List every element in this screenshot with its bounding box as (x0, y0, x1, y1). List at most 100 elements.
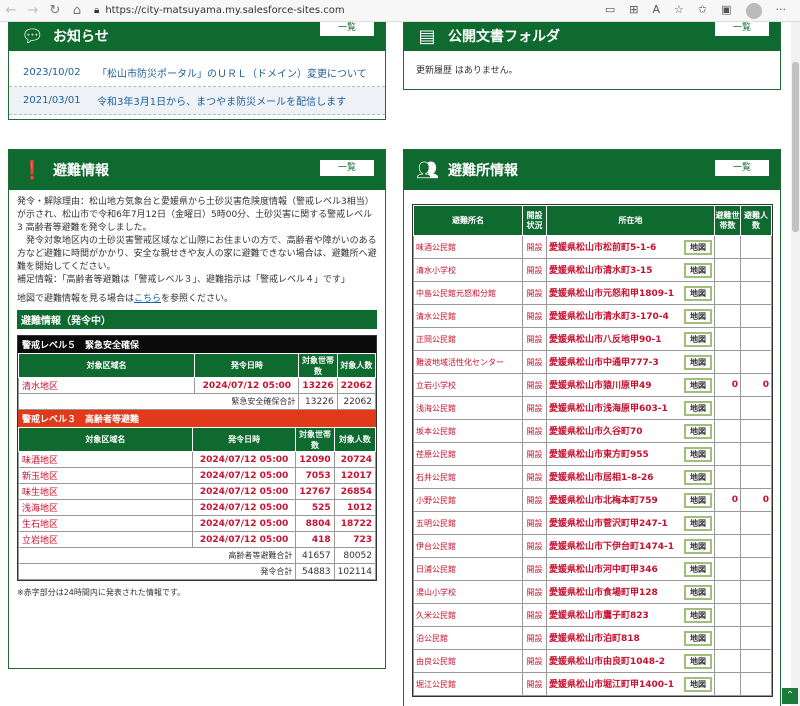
map-button[interactable]: 地図 (684, 423, 712, 439)
shelter-name: 味酒公民館 (413, 235, 523, 259)
shelter-status: 開設 (522, 580, 547, 604)
shelter-title: 避難所情報 (448, 163, 518, 179)
reload-icon[interactable]: ↻ (44, 3, 66, 18)
shelter-name: 浅海公民館 (413, 396, 523, 420)
shelter-address: 愛媛県松山市北梅本町759 (549, 495, 658, 506)
page: 💬︎ お知らせ 一覧 2023/10/02 「松山市防災ポータル」のＵＲＬ（ドメ… (0, 22, 800, 706)
map-button[interactable]: 地図 (684, 653, 712, 669)
kobun-panel: ▤ 公開文書フォルダ 一覧 更新履歴 はありません。 (403, 22, 781, 90)
address-bar[interactable]: 🔒︎ https://city-matsuyama.my.salesforce-… (94, 5, 605, 16)
people-cell: 22062 (336, 377, 377, 394)
shelter-people (740, 580, 772, 604)
table-row: 味酒地区 2024/07/12 05:00 12090 20724 (18, 451, 377, 468)
col-people: 避難人数 (740, 205, 772, 236)
hinan-title: 避難情報 (53, 163, 109, 179)
map-button[interactable]: 地図 (684, 308, 712, 324)
more-icon[interactable]: ··· (776, 3, 787, 19)
news-item[interactable]: 2023/10/02 「松山市防災ポータル」のＵＲＬ（ドメイン）変更について (9, 59, 385, 87)
households-cell: 12767 (295, 483, 335, 500)
map-button[interactable]: 地図 (684, 377, 712, 393)
shelter-households (714, 603, 741, 627)
shelter-households (714, 626, 741, 650)
col-people: 対象人数 (333, 427, 377, 452)
col-area: 対象区域名 (18, 427, 193, 452)
scrollbar-thumb[interactable] (792, 62, 799, 232)
shelter-header: 👥︎ 避難所情報 一覧 (404, 150, 780, 190)
news-item[interactable]: 2021/03/01 令和3年3月1日から、まつやま防災メールを配信します (9, 87, 385, 115)
shelter-address-cell: 愛媛県松山市鷹子町823 地図 (546, 603, 715, 627)
shelter-people (740, 235, 772, 259)
map-button[interactable]: 地図 (684, 492, 712, 508)
back-icon[interactable]: ← (0, 3, 22, 18)
map-button[interactable]: 地図 (684, 400, 712, 416)
map-button[interactable]: 地図 (684, 285, 712, 301)
shelter-row: 伊台公民館 開設 愛媛県松山市下伊台町1474-1 地図 (413, 534, 772, 558)
map-button[interactable]: 地図 (684, 584, 712, 600)
shelter-address: 愛媛県松山市松前町5-1-6 (549, 242, 657, 253)
map-button[interactable]: 地図 (684, 607, 712, 623)
map-button[interactable]: 地図 (684, 239, 712, 255)
shelter-people: 0 (740, 488, 772, 512)
col-households: 避難世帯数 (714, 205, 741, 236)
shelter-address-cell: 愛媛県松山市由良町1048-2 地図 (546, 649, 715, 673)
table-row: 浅海地区 2024/07/12 05:00 525 1012 (18, 499, 377, 516)
kobun-list-button[interactable]: 一覧 (714, 22, 770, 37)
map-button[interactable]: 地図 (684, 354, 712, 370)
shelter-households (714, 442, 741, 466)
shelter-address: 愛媛県松山市堀江町甲1400-1 (549, 679, 675, 690)
shelter-name: 五明公民館 (413, 511, 523, 535)
profile-avatar[interactable] (745, 2, 762, 19)
shelter-address-cell: 愛媛県松山市松前町5-1-6 地図 (546, 235, 715, 259)
shelter-name: 伊台公民館 (413, 534, 523, 558)
shelter-households (714, 419, 741, 443)
read-aloud-icon[interactable]: A (652, 3, 660, 19)
shelter-list-button[interactable]: 一覧 (714, 159, 770, 177)
people-cell: 1012 (333, 499, 377, 516)
home-icon[interactable]: ⌂ (66, 3, 88, 18)
shelter-name: 正岡公民館 (413, 327, 523, 351)
page-scrollbar[interactable] (791, 22, 800, 706)
map-button[interactable]: 地図 (684, 561, 712, 577)
favorites-bar-icon[interactable]: ✩ (698, 3, 707, 19)
apps-icon[interactable]: ⊞ (629, 3, 638, 19)
news-date: 2021/03/01 (23, 95, 81, 106)
date-cell: 2024/07/12 05:00 (194, 377, 300, 394)
shelter-row: 五明公民館 開設 愛媛県松山市菅沢町甲247-1 地図 (413, 511, 772, 535)
favorite-icon[interactable]: ☆ (674, 3, 684, 19)
shelter-address-cell: 愛媛県松山市浅海原甲603-1 地図 (546, 396, 715, 420)
map-button[interactable]: 地図 (684, 331, 712, 347)
people-cell: 723 (333, 531, 377, 548)
date-cell: 2024/07/12 05:00 (191, 467, 297, 484)
reader-icon[interactable]: ▭ (605, 3, 615, 19)
table-row: 立岩地区 2024/07/12 05:00 418 723 (18, 531, 377, 548)
map-button[interactable]: 地図 (684, 446, 712, 462)
news-link[interactable]: 「松山市防災ポータル」のＵＲＬ（ドメイン）変更について (97, 65, 367, 80)
forward-icon[interactable]: → (22, 3, 44, 18)
shelter-households (714, 396, 741, 420)
news-link[interactable]: 令和3年3月1日から、まつやま防災メールを配信します (97, 93, 346, 108)
hinan-map-note: 地図で避難情報を見る場合はこちらを参照ください。 (9, 293, 385, 306)
total-row: 発令合計 54883 102114 (17, 563, 377, 580)
map-link[interactable]: こちら (134, 294, 161, 304)
map-button[interactable]: 地図 (684, 262, 712, 278)
oshirase-list-button[interactable]: 一覧 (319, 22, 375, 37)
shelter-status: 開設 (522, 442, 547, 466)
map-button[interactable]: 地図 (684, 515, 712, 531)
map-button[interactable]: 地図 (684, 676, 712, 692)
shelter-people (740, 557, 772, 581)
browser-toolbar: ← → ↻ ⌂ 🔒︎ https://city-matsuyama.my.sal… (0, 0, 800, 22)
map-button[interactable]: 地図 (684, 538, 712, 554)
shelter-address-cell: 愛媛県松山市元怒和甲1809-1 地図 (546, 281, 715, 305)
shelter-row: 浅海公民館 開設 愛媛県松山市浅海原甲603-1 地図 (413, 396, 772, 420)
shelter-status: 開設 (522, 603, 547, 627)
shelter-people (740, 419, 772, 443)
collections-icon[interactable]: ▣ (721, 3, 731, 19)
shelter-people (740, 327, 772, 351)
hinan-list-button[interactable]: 一覧 (319, 159, 375, 177)
address-text[interactable]: https://city-matsuyama.my.salesforce-sit… (105, 5, 344, 16)
map-button[interactable]: 地図 (684, 469, 712, 485)
sum-people: 22062 (336, 393, 377, 410)
map-button[interactable]: 地図 (684, 630, 712, 646)
back-to-top-button[interactable]: ⌃ (782, 688, 798, 704)
col-status: 開設状況 (522, 205, 547, 236)
